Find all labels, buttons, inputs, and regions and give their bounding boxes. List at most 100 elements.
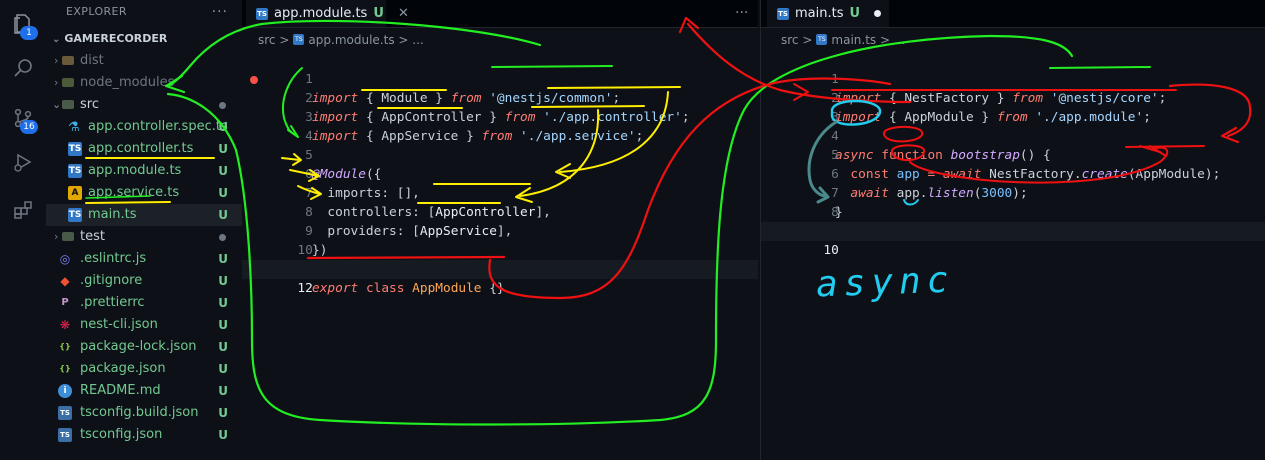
tree-item-dist[interactable]: › dist [46,50,242,72]
tree-item-label: nest-cli.json [80,317,158,332]
breadcrumb: src > TS app.module.ts > ... [258,29,424,51]
tree-item-label: app.controller.ts [88,141,194,156]
breadcrumb-tail[interactable]: ... [894,33,905,47]
tree-item-main[interactable]: TS main.ts U [46,204,242,226]
modified-dot [219,234,226,241]
breadcrumb-tail[interactable]: ... [412,33,423,47]
git-icon: ◆ [60,274,70,288]
nestjs-icon: ❋ [59,318,71,332]
run-debug-icon[interactable] [0,142,46,182]
token-class: AppModule [412,281,482,296]
code-line[interactable]: 7 } [761,165,1265,220]
breadcrumb-separator: > [880,33,891,47]
code-line[interactable]: 3 import { AppService } from './app.serv… [242,89,758,144]
chevron-down-icon: ⌄ [52,98,62,111]
close-icon[interactable]: ✕ [398,6,409,21]
tree-item-tsconfig[interactable]: TS tsconfig.json U [46,424,242,446]
angular-service-icon: A [68,186,82,200]
tree-item-label: dist [80,53,104,68]
editor-more-button[interactable]: ··· [735,0,748,27]
code-line[interactable]: 5 const app = await NestFactory.create(A… [761,127,1265,182]
code-line[interactable]: 9 }) [242,203,758,258]
typescript-file-icon: TS [68,208,82,222]
code-line[interactable]: 8 bootstrap(); [761,184,1265,239]
extensions-icon[interactable] [0,190,46,230]
tree-item-test[interactable]: › test [46,226,242,248]
tree-item-label: test [80,229,105,244]
code-line[interactable]: 11 export class AppModule {} [242,241,758,296]
code-line[interactable]: 5 @Module({ [242,127,758,182]
code-line-current[interactable]: 10 [761,222,1265,258]
git-status: U [218,274,228,288]
tree-item-package-lock[interactable]: {} package-lock.json U [46,336,242,358]
folder-test-icon [62,232,74,241]
code-line[interactable]: 3 [761,89,1265,125]
code-line[interactable]: 9 [761,203,1265,239]
tree-item-nest-cli[interactable]: ❋ nest-cli.json U [46,314,242,336]
tree-item-label: app.service.ts [88,185,180,200]
token-keyword: export [312,281,359,296]
breadcrumb-separator: > [802,33,813,47]
tree-item-label: tsconfig.build.json [80,405,199,420]
tree-item-label: app.module.ts [88,163,182,178]
tree-item-package-json[interactable]: {} package.json U [46,358,242,380]
tree-item-app-controller[interactable]: TS app.controller.ts U [46,138,242,160]
code-line[interactable]: 1 import { NestFactory } from '@nestjs/c… [761,51,1265,106]
code-line-current[interactable]: 12 [242,260,758,296]
git-status: U [218,208,228,222]
code-line[interactable]: 4 async function bootstrap() { [761,108,1265,163]
chevron-right-icon: › [54,230,59,243]
code-line[interactable]: 4 [242,108,758,144]
chevron-right-icon: › [54,76,59,89]
code-line[interactable]: 2 import { AppController } from './app.c… [242,70,758,125]
tree-item-app-controller-spec[interactable]: ⚗ app.controller.spec.ts U [46,116,242,138]
chevron-right-icon: › [54,54,59,67]
git-status: U [218,142,228,156]
explorer-more-button[interactable]: ··· [212,0,228,24]
breadcrumb-file[interactable]: main.ts [831,33,876,47]
breadcrumb-root[interactable]: src [781,33,799,47]
tree-item-label: node_modules [80,75,175,90]
git-status: U [218,186,228,200]
code-line[interactable]: 6 await app.listen(3000); [761,146,1265,201]
explorer-header: EXPLORER ··· [46,0,242,24]
tree-item-prettierrc[interactable]: P .prettierrc U [46,292,242,314]
tree-item-node-modules[interactable]: › node_modules [46,72,242,94]
tree-item-app-service[interactable]: A app.service.ts U [46,182,242,204]
workspace-folder[interactable]: ⌄ GAMERECORDER [46,28,242,50]
tree-item-label: .eslintrc.js [80,251,147,266]
breadcrumb-root[interactable]: src [258,33,276,47]
code-line[interactable]: 6 imports: [], [242,146,758,201]
typescript-file-icon: TS [777,7,789,20]
typescript-file-icon: TS [68,142,82,156]
search-icon[interactable] [0,48,46,88]
tsconfig-icon: TS [58,428,72,442]
source-control-icon[interactable]: 16 [0,98,46,138]
tree-item-src[interactable]: ⌄ src [46,94,242,116]
git-status: U [849,6,861,21]
tree-item-gitignore[interactable]: ◆ .gitignore U [46,270,242,292]
tree-item-label: package.json [80,361,166,376]
code-line[interactable]: 1 import { Module } from '@nestjs/common… [242,51,758,106]
explorer-icon[interactable]: 1 [0,4,46,44]
tab-main[interactable]: TS main.ts U [767,0,889,27]
activity-bar: 1 16 [0,0,47,460]
code-line[interactable]: 8 providers: [AppService], [242,184,758,239]
tab-app-module[interactable]: TS app.module.ts U ✕ [246,0,409,27]
tree-item-label: tsconfig.json [80,427,163,442]
tree-item-label: src [80,97,99,112]
unsaved-dot-icon[interactable] [874,10,882,17]
breadcrumb-file[interactable]: app.module.ts [308,33,394,47]
tree-item-eslintrc[interactable]: ◎ .eslintrc.js U [46,248,242,270]
tree-item-label: app.controller.spec.ts [88,119,228,134]
code-line[interactable]: 7 controllers: [AppController], [242,165,758,220]
git-status: U [373,6,384,21]
git-status: U [218,318,228,332]
modified-dot [219,102,226,109]
tree-item-readme[interactable]: i README.md U [46,380,242,402]
code-line[interactable]: 10 [242,222,758,258]
tree-item-tsconfig-build[interactable]: TS tsconfig.build.json U [46,402,242,424]
typescript-file-icon: TS [816,34,828,45]
code-line[interactable]: 2 import { AppModule } from './app.modul… [761,70,1265,125]
tree-item-app-module[interactable]: TS app.module.ts U [46,160,242,182]
